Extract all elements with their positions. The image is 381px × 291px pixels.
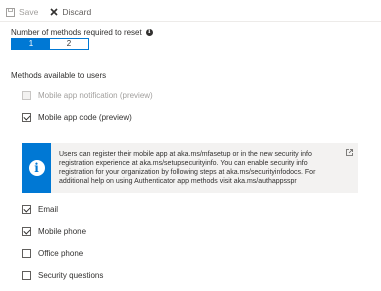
- method-label: Mobile app notification (preview): [38, 91, 153, 100]
- close-icon: [50, 8, 58, 16]
- method-mobile-app-notification[interactable]: Mobile app notification (preview): [22, 91, 153, 100]
- method-email[interactable]: Email: [22, 205, 58, 214]
- command-bar: Save Discard: [6, 5, 103, 19]
- checkbox[interactable]: [22, 91, 31, 100]
- method-security-questions[interactable]: Security questions: [22, 271, 103, 280]
- discard-button[interactable]: Discard: [50, 7, 91, 17]
- method-office-phone[interactable]: Office phone: [22, 249, 83, 258]
- method-label: Mobile app code (preview): [38, 113, 132, 122]
- methods-available-label: Methods available to users: [11, 71, 107, 80]
- save-label: Save: [19, 7, 39, 17]
- option-2-button[interactable]: 2: [50, 39, 88, 49]
- external-link-icon[interactable]: [346, 149, 353, 156]
- checkbox[interactable]: [22, 113, 31, 122]
- save-button[interactable]: Save: [6, 7, 38, 17]
- method-label: Office phone: [38, 249, 84, 258]
- method-mobile-phone[interactable]: Mobile phone: [22, 227, 86, 236]
- option-1-button[interactable]: 1: [12, 39, 50, 49]
- checkbox[interactable]: [22, 271, 31, 280]
- info-banner: Users can register their mobile app at a…: [22, 143, 358, 193]
- method-label: Email: [38, 205, 59, 214]
- info-banner-text: Users can register their mobile app at a…: [59, 151, 316, 185]
- method-label: Security questions: [38, 271, 104, 280]
- checkbox[interactable]: [22, 227, 31, 236]
- info-icon[interactable]: [145, 28, 153, 36]
- info-icon: [28, 160, 45, 176]
- save-icon: [6, 7, 15, 17]
- method-label: Mobile phone: [38, 227, 87, 236]
- methods-required-toggle: 1 2: [11, 38, 89, 50]
- discard-label: Discard: [62, 7, 92, 17]
- checkbox[interactable]: [22, 205, 31, 214]
- checkbox[interactable]: [22, 249, 31, 258]
- method-mobile-app-code[interactable]: Mobile app code (preview): [22, 113, 132, 122]
- toolbar-divider: [0, 21, 381, 22]
- methods-required-label: Number of methods required to reset: [11, 28, 153, 37]
- methods-required-text: Number of methods required to reset: [11, 28, 142, 37]
- info-banner-side: [22, 143, 51, 193]
